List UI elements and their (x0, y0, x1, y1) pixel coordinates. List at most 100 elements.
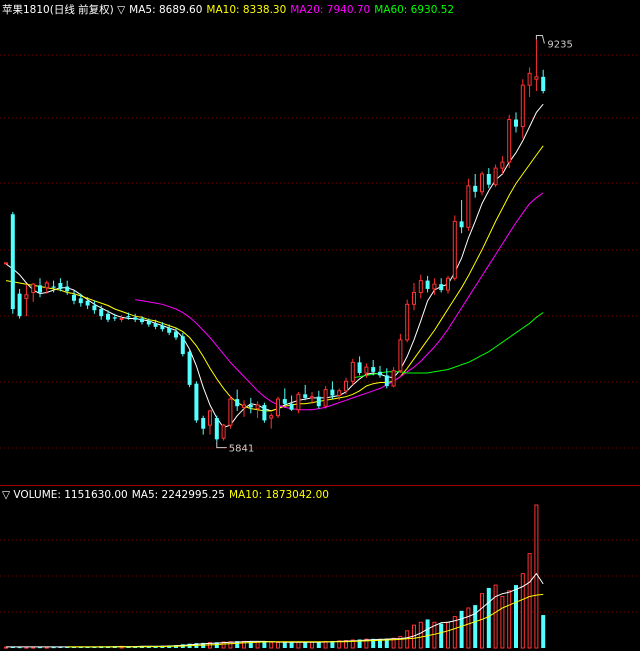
candle-body (520, 84, 525, 128)
candle-body (459, 221, 464, 228)
candle-body (153, 323, 158, 327)
candle-body (364, 366, 369, 374)
volume-bar (520, 573, 525, 649)
candle-body (17, 293, 22, 317)
candle-body (310, 396, 314, 399)
candle-body (167, 328, 172, 333)
candle-body (418, 280, 423, 293)
candle-body (194, 383, 199, 421)
candle-body (350, 361, 355, 382)
candle-body (78, 298, 83, 304)
volume-bar (500, 596, 505, 649)
candle-body (112, 317, 117, 319)
volume-ma10-line (67, 593, 544, 648)
volume-bar (310, 641, 314, 649)
ma10-line (5, 145, 544, 412)
volume-bar (262, 642, 267, 648)
volume-bar (418, 621, 423, 649)
volume-bar (425, 619, 430, 648)
volume-label[interactable]: ▽ VOLUME: 1151630.00 (2, 489, 128, 501)
high-marker (535, 35, 545, 44)
candle-body (412, 291, 416, 305)
candle-body (248, 405, 253, 408)
candle-body (133, 317, 138, 320)
volume-bar (507, 590, 512, 649)
candle-body (235, 399, 240, 407)
candle-body (269, 415, 274, 419)
volume-bar (269, 641, 274, 649)
candle-body (85, 300, 90, 306)
candle-body (357, 362, 362, 374)
chart-title[interactable]: 苹果1810(日线 前复权) ▽ (2, 4, 125, 16)
candle-body (276, 398, 280, 417)
candle-body (72, 294, 76, 301)
candle-body (371, 367, 376, 372)
candle-body (126, 316, 131, 318)
volume-bar (405, 630, 410, 649)
volume-bar (303, 642, 308, 648)
high-label: 9235 (547, 40, 572, 51)
candle-body (296, 393, 301, 411)
candle-body (337, 390, 342, 397)
candle-body (405, 303, 410, 341)
low-marker (216, 441, 227, 449)
ma5-line (5, 103, 544, 429)
candle-body (446, 277, 450, 291)
candle-body (44, 282, 49, 289)
candle-body (51, 286, 56, 288)
volume-bar (296, 641, 301, 649)
candle-body (146, 320, 151, 325)
candle-body (344, 380, 348, 392)
candle-body (452, 220, 457, 279)
candle-body (99, 309, 104, 317)
volume-bar (439, 623, 444, 648)
candle-body (119, 318, 124, 321)
candle-body (180, 336, 185, 355)
ma60-line (352, 312, 544, 379)
candle-body (425, 280, 430, 289)
volume-bar (514, 585, 518, 648)
candle-body (228, 398, 233, 426)
candle-body (106, 313, 110, 320)
ma10-label: MA10: 8338.30 (206, 4, 287, 16)
candle-body (466, 185, 471, 228)
candle-body (24, 294, 29, 299)
candle-body (480, 173, 484, 193)
candle-body (391, 370, 396, 387)
candle-body (398, 339, 403, 372)
candle-body (10, 214, 15, 310)
volume-bar (466, 607, 471, 649)
candle-body (378, 371, 382, 376)
candle-body (432, 283, 437, 290)
volume-bar (486, 587, 491, 648)
candle-body (242, 404, 246, 408)
candle-body (384, 375, 389, 387)
candle-body (493, 167, 498, 186)
volume-bar (282, 642, 287, 648)
volume-bar (534, 504, 539, 649)
volume-ma5-label: MA5: 2242995.25 (131, 489, 225, 501)
candle-body (92, 305, 97, 311)
candle-body (473, 185, 478, 192)
volume-bar (541, 615, 546, 648)
ma20-label: MA20: 7940.70 (290, 4, 371, 16)
volume-panel-header: ▽ VOLUME: 1151630.00 MA5: 2242995.25 MA10:… (2, 488, 333, 502)
candle-body (282, 399, 287, 404)
candle-body (174, 331, 178, 338)
volume-bar (527, 553, 532, 649)
candle-body (4, 262, 8, 265)
candle-body (65, 286, 70, 292)
candle-body (31, 283, 36, 293)
stock-chart: 9235 5841 (0, 35, 640, 649)
volume-ma10-label: MA10: 1873042.00 (228, 489, 329, 501)
candle-body (507, 119, 512, 163)
candle-body (201, 418, 206, 429)
price-panel-header: 苹果1810(日线 前复权) ▽ MA5: 8689.60 MA10: 8338.3… (2, 3, 458, 17)
candle-body (221, 424, 226, 439)
candle-body (255, 404, 260, 410)
candle-body (534, 76, 539, 80)
volume-bar (459, 610, 464, 648)
volume-bar (446, 621, 450, 649)
candle-body (214, 418, 219, 440)
volume-bar (473, 605, 478, 648)
